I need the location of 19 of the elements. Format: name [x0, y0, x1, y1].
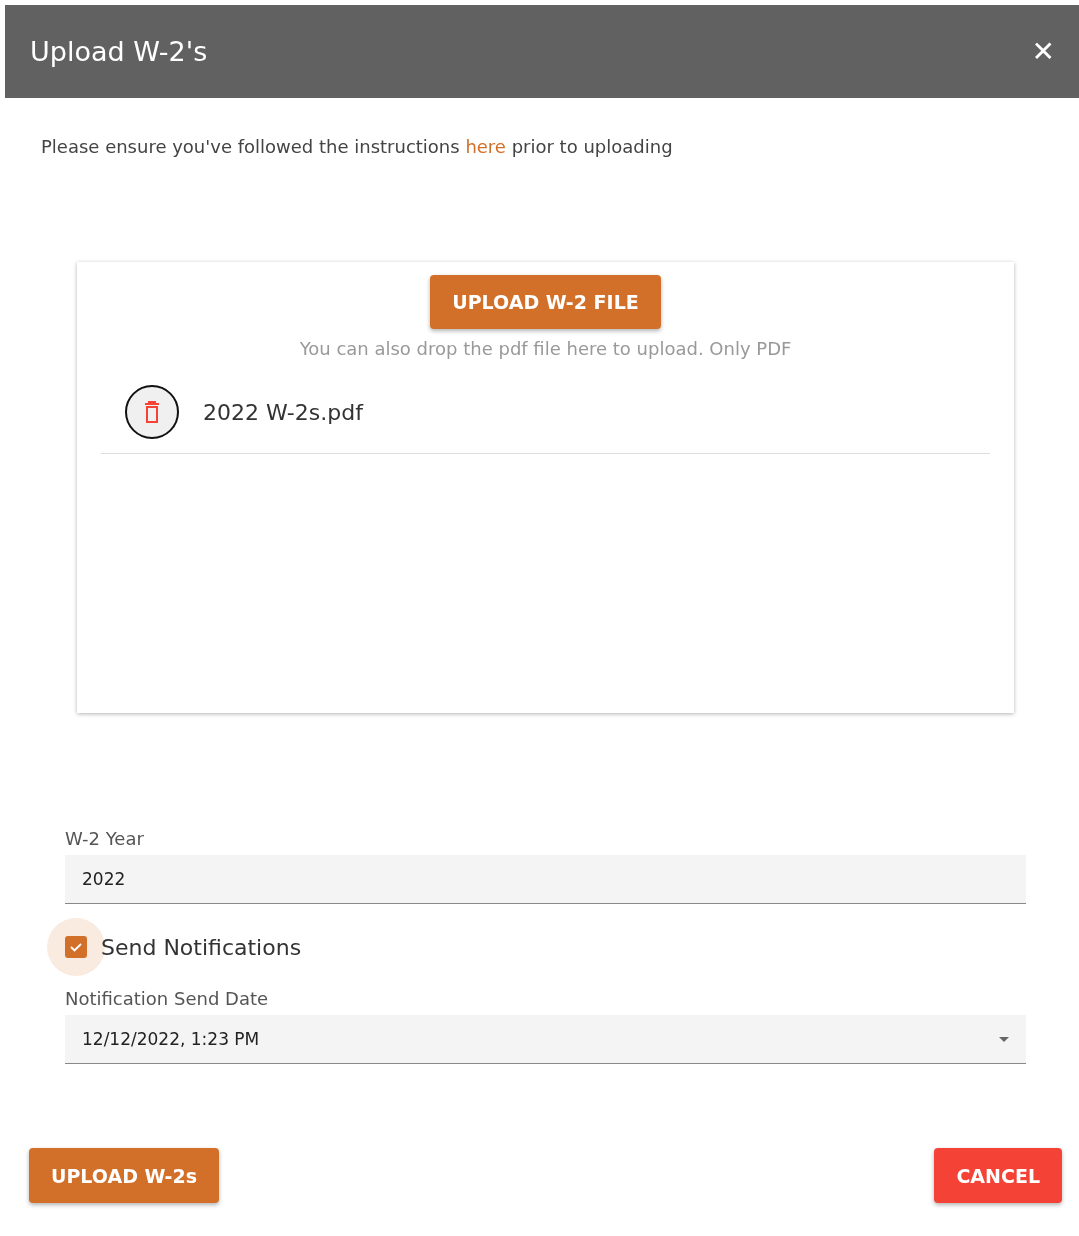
- dialog-title: Upload W-2's: [30, 36, 208, 67]
- delete-button[interactable]: [125, 385, 179, 439]
- upload-button[interactable]: UPLOAD W-2s: [29, 1148, 220, 1203]
- cancel-button[interactable]: CANCEL: [934, 1148, 1062, 1203]
- date-dropdown[interactable]: 12/12/2022, 1:23 PM: [65, 1015, 1026, 1064]
- file-name: 2022 W-2s.pdf: [203, 399, 363, 425]
- checkbox-label: Send Notifications: [101, 934, 302, 960]
- close-button[interactable]: ✕: [1031, 35, 1055, 68]
- drop-hint: You can also drop the pdf file here to upload. Only PDF: [299, 338, 792, 359]
- field-label: Notification Send Date: [65, 988, 270, 1009]
- trash-icon: [144, 401, 160, 423]
- checkmark-icon: [69, 940, 83, 954]
- year-field[interactable]: 2022: [65, 855, 1026, 904]
- instructions-text: Please ensure you've followed the instructions here prior to uploading: [41, 136, 674, 157]
- drop-zone-card[interactable]: UPLOAD W-2 FILE You can also drop the pdf file here to upload. Only PDF 2022 W-2s.pdf: [77, 262, 1014, 713]
- field-label: W-2 Year: [65, 828, 145, 849]
- upload-file-button[interactable]: UPLOAD W-2 FILE: [430, 275, 661, 329]
- caret-icon: [999, 1036, 1009, 1042]
- instructions-link[interactable]: here: [465, 136, 506, 157]
